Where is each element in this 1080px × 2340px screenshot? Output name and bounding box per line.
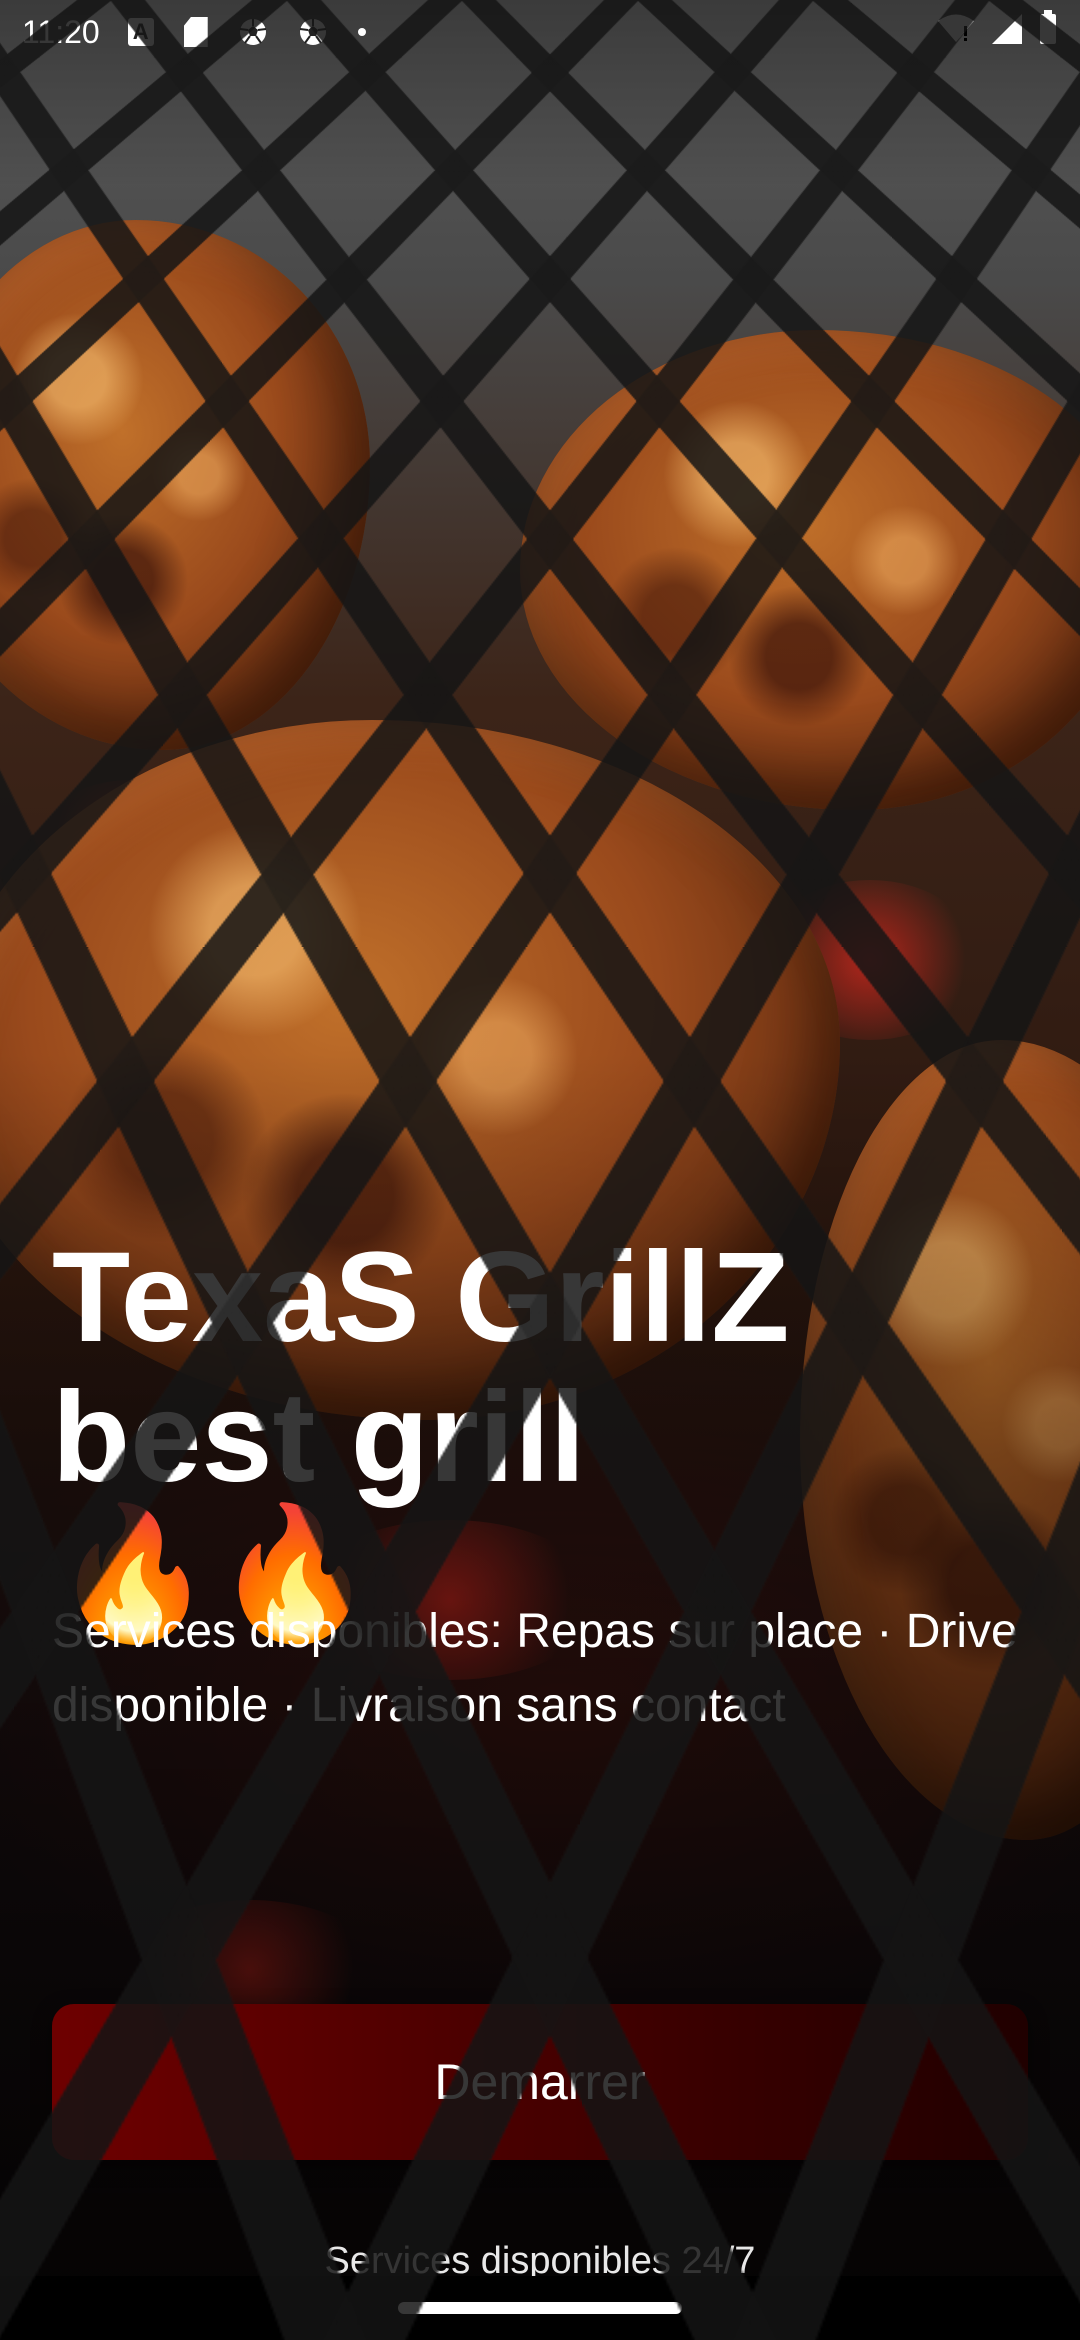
dot-icon <box>357 28 366 36</box>
hero-title-line2-text: best grill <box>52 1366 586 1509</box>
home-indicator[interactable] <box>398 2302 682 2314</box>
battery-icon <box>1040 10 1056 44</box>
services-description: Services disponibles: Repas sur place · … <box>52 1605 1018 1732</box>
status-bar: 11:20 A <box>0 0 1080 64</box>
sd-card-icon <box>183 17 208 47</box>
notification-icons: A <box>127 17 366 47</box>
wifi-icon <box>938 14 974 42</box>
soccer-ball-icon <box>298 17 328 47</box>
welcome-screen: 11:20 A TexaS GrillZ best grill 🔥🔥 Servi… <box>0 0 1080 2340</box>
soccer-ball-icon <box>238 17 268 47</box>
navigation-bar <box>0 2276 1080 2340</box>
status-time: 11:20 <box>22 13 100 50</box>
system-icons <box>938 10 1056 44</box>
a-icon: A <box>127 18 154 46</box>
background-grill-photo <box>0 0 1080 2340</box>
start-button[interactable]: Demarrer <box>52 2004 1028 2160</box>
signal-icon <box>992 14 1022 44</box>
availability-note: Services disponibles 24/7 <box>324 2240 756 2276</box>
hero-title: TexaS GrillZ best grill 🔥🔥 <box>52 1226 1052 1639</box>
hero-title-line1: TexaS GrillZ <box>52 1226 790 1369</box>
